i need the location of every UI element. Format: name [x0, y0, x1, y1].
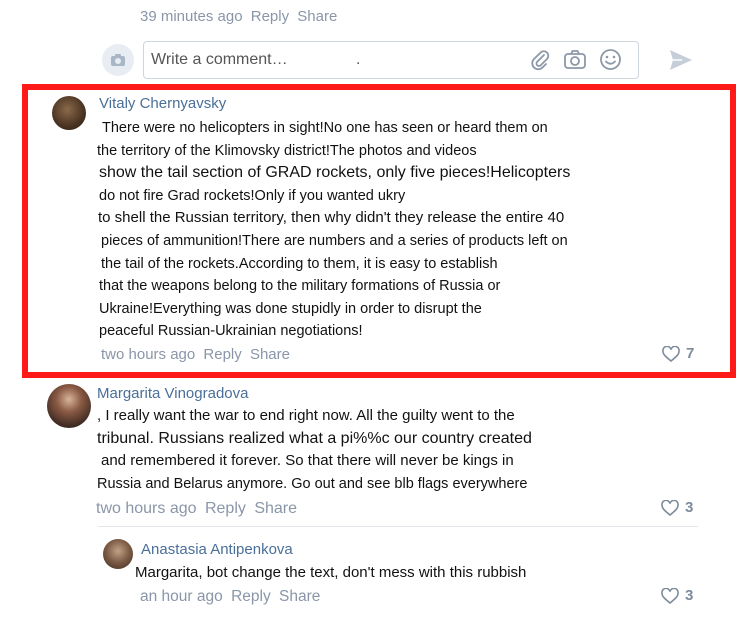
comment-body: There were no helicopters in sight!No on…	[97, 117, 571, 343]
comment-line: the tail of the rockets.According to the…	[101, 255, 498, 272]
comment-line: peaceful Russian-Ukrainian negotiations!	[99, 323, 363, 340]
comment-line: to shell the Russian territory, then why…	[98, 209, 565, 227]
comment-meta: an hour ago Reply Share	[140, 588, 320, 606]
top-reply-link[interactable]: Reply	[251, 8, 289, 25]
comment-line: that the weapons belong to the military …	[99, 278, 501, 295]
heart-icon	[661, 587, 679, 604]
reply-link[interactable]: Reply	[231, 588, 271, 605]
like-count: 3	[685, 499, 694, 516]
comment-author[interactable]: Anastasia Antipenkova	[141, 541, 293, 558]
comment-line: tribunal. Russians realized what a pi%%c…	[97, 429, 532, 447]
user-avatar-placeholder	[102, 44, 134, 76]
avatar[interactable]	[103, 539, 133, 569]
avatar[interactable]	[52, 96, 86, 130]
heart-icon	[662, 345, 680, 362]
like-button[interactable]: 3	[661, 587, 693, 604]
top-share-link[interactable]: Share	[297, 8, 337, 25]
comment-line: show the tail section of GRAD rockets, o…	[99, 164, 571, 182]
comment-line: and remembered it forever. So that there…	[101, 452, 514, 470]
like-button[interactable]: 3	[661, 499, 693, 516]
avatar[interactable]	[47, 384, 91, 428]
top-comment-time: 39 minutes ago	[140, 8, 243, 25]
like-count: 3	[685, 587, 694, 604]
comment-time[interactable]: an hour ago	[140, 588, 223, 605]
send-icon[interactable]	[668, 48, 694, 72]
comment-body: , I really want the war to end right now…	[97, 405, 532, 495]
like-button[interactable]: 7	[662, 345, 694, 362]
comment-line: the territory of the Klimovsky district!…	[97, 142, 477, 159]
comment-line: Ukraine!Everything was done stupidly in …	[99, 300, 482, 317]
comment-time[interactable]: two hours ago	[101, 346, 195, 363]
attach-icon[interactable]	[529, 49, 551, 71]
emoji-icon[interactable]	[599, 48, 622, 71]
comment-author[interactable]: Vitaly Chernyavsky	[99, 95, 226, 112]
comment-line: , I really want the war to end right now…	[97, 407, 515, 424]
comment-meta: two hours ago Reply Share	[96, 500, 297, 518]
comment-line: Margarita, bot change the text, don't me…	[135, 564, 527, 581]
heart-icon	[661, 499, 679, 516]
camera-icon[interactable]	[563, 48, 587, 70]
comment-author[interactable]: Margarita Vinogradova	[97, 385, 248, 402]
comment-meta: two hours ago Reply Share	[101, 346, 290, 363]
comment-input-placeholder: Write a comment…	[151, 51, 288, 68]
top-comment-meta: 39 minutes ago Reply Share	[140, 8, 337, 25]
reply-link[interactable]: Reply	[205, 500, 246, 517]
reply-link[interactable]: Reply	[203, 346, 241, 363]
comment-input-extra: .	[356, 51, 361, 68]
divider	[98, 526, 698, 527]
comment-body: Margarita, bot change the text, don't me…	[135, 562, 526, 585]
comment-line: do not fire Grad rockets!Only if you wan…	[99, 187, 406, 204]
camera-icon	[111, 54, 125, 66]
comment-time[interactable]: two hours ago	[96, 500, 197, 517]
comment-line: pieces of ammunition!There are numbers a…	[101, 232, 568, 249]
comment-input[interactable]: Write a comment… .	[143, 41, 639, 79]
comment-line: Russia and Belarus anymore. Go out and s…	[97, 475, 528, 492]
like-count: 7	[686, 345, 695, 362]
share-link[interactable]: Share	[254, 500, 297, 517]
share-link[interactable]: Share	[250, 346, 290, 363]
share-link[interactable]: Share	[279, 588, 320, 605]
comment-line: There were no helicopters in sight!No on…	[102, 120, 548, 136]
